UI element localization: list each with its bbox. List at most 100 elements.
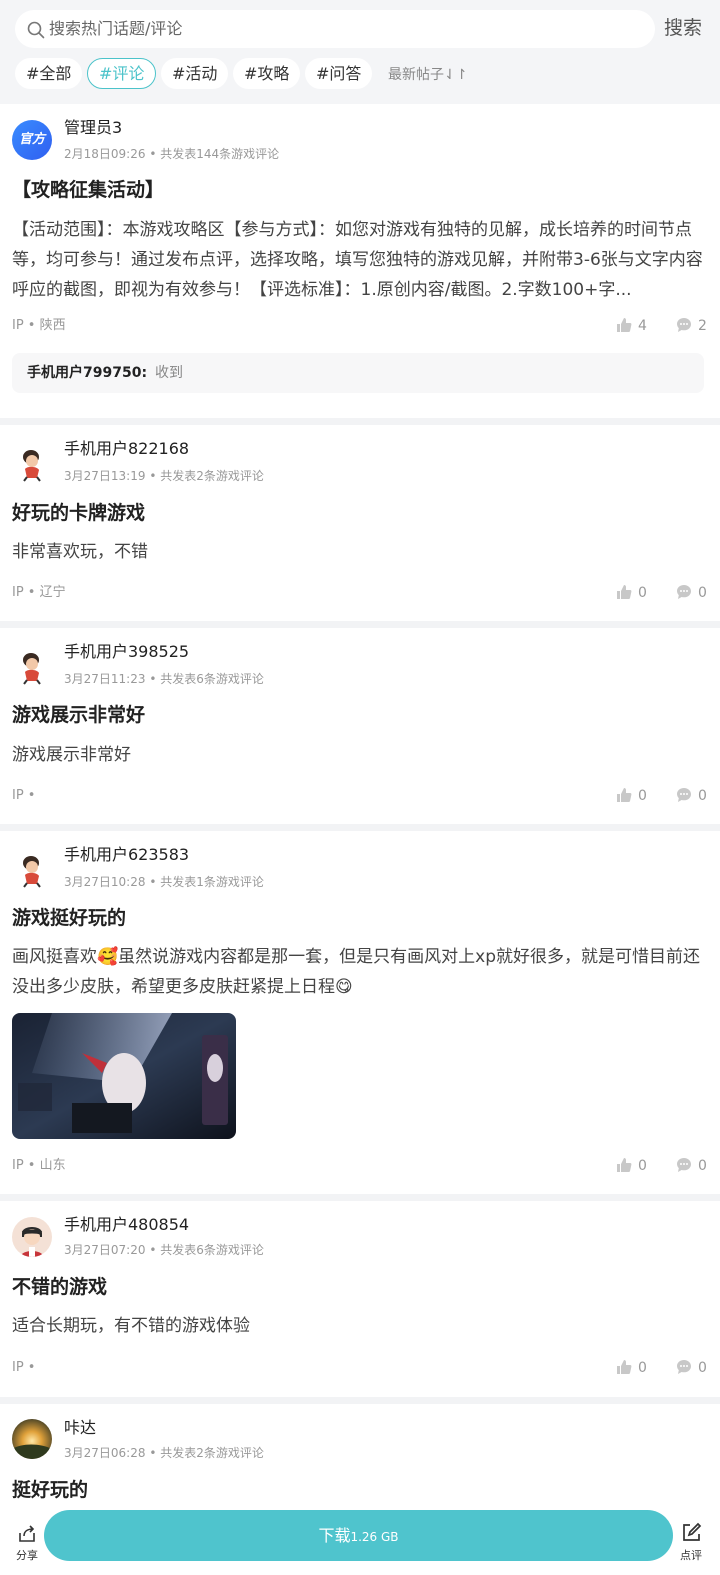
reply-preview[interactable]: 手机用户799750: 收到 [12, 353, 704, 393]
post-title: 好玩的卡牌游戏 [12, 502, 146, 524]
thumbs-up-icon [617, 1158, 632, 1172]
comment-icon [677, 1158, 691, 1172]
post-title: 游戏挺好玩的 [12, 907, 127, 929]
like-button[interactable]: 0 [616, 1157, 647, 1175]
username[interactable]: 手机用户822168 [64, 439, 189, 459]
comment-count: 2 [698, 318, 707, 334]
share-icon [19, 1525, 35, 1542]
post-meta: 3月27日07:20 • 共发表6条游戏评论 [64, 1243, 264, 1257]
comment-count: 0 [698, 788, 707, 804]
post-title: 游戏展示非常好 [12, 704, 146, 726]
sunset-avatar-icon [12, 1419, 52, 1459]
post-card[interactable]: 手机用户480854 3月27日07:20 • 共发表6条游戏评论 不错的游戏 … [0, 1201, 720, 1397]
post-meta: 3月27日06:28 • 共发表2条游戏评论 [64, 1446, 264, 1460]
post-stats: 共发表6条游戏评论 [160, 1243, 264, 1257]
comment-button[interactable]: 0 [676, 584, 707, 602]
username[interactable]: 手机用户623583 [64, 845, 189, 865]
post-card[interactable]: 手机用户623583 3月27日10:28 • 共发表1条游戏评论 游戏挺好玩的… [0, 831, 720, 1194]
ip-location: IP • 辽宁 [12, 585, 66, 600]
cartoon-avatar-icon [23, 856, 41, 888]
like-button[interactable]: 0 [616, 787, 647, 805]
sort-dropdown[interactable]: 最新帖子⇃↾ [388, 66, 467, 84]
username[interactable]: 手机用户398525 [64, 642, 189, 662]
post-time: 3月27日06:28 [64, 1446, 146, 1460]
download-button[interactable]: 下载1.26 GB [44, 1510, 673, 1561]
post-meta: 2月18日09:26 • 共发表144条游戏评论 [64, 147, 280, 161]
comment-icon [677, 788, 691, 802]
like-count: 0 [638, 1158, 647, 1174]
like-count: 0 [638, 1360, 647, 1376]
search-button[interactable]: 搜索 [664, 16, 702, 40]
avatar[interactable] [12, 443, 52, 483]
rate-button[interactable]: 点评 [676, 1522, 706, 1563]
share-label: 分享 [16, 1549, 38, 1562]
comment-button[interactable]: 0 [676, 787, 707, 805]
search-input[interactable]: 搜索热门话题/评论 [15, 10, 655, 48]
top-header: 搜索热门话题/评论 搜索 #全部 #评论 #活动 #攻略 #问答 最新帖子⇃↾ [0, 0, 720, 104]
post-card[interactable]: 官方 管理员3 2月18日09:26 • 共发表144条游戏评论 【攻略征集活动… [0, 104, 720, 418]
share-button[interactable]: 分享 [12, 1524, 42, 1563]
like-button[interactable]: 0 [616, 1359, 647, 1377]
rate-label: 点评 [680, 1549, 702, 1562]
comment-button[interactable]: 0 [676, 1157, 707, 1175]
post-body: 非常喜欢玩，不错 [12, 542, 148, 562]
comment-button[interactable]: 2 [676, 317, 707, 335]
post-stats: 共发表2条游戏评论 [160, 469, 264, 483]
game-screenshot-image [12, 1013, 236, 1139]
ip-location: IP • 山东 [12, 1158, 66, 1173]
thumbs-up-icon [617, 318, 632, 332]
post-title: 不错的游戏 [12, 1276, 108, 1298]
like-count: 0 [638, 788, 647, 804]
post-stats: 共发表6条游戏评论 [160, 672, 264, 686]
like-button[interactable]: 4 [616, 317, 647, 335]
tag-review[interactable]: #评论 [87, 58, 157, 89]
post-meta: 3月27日10:28 • 共发表1条游戏评论 [64, 875, 264, 889]
post-card[interactable]: 手机用户398525 3月27日11:23 • 共发表6条游戏评论 游戏展示非常… [0, 628, 720, 824]
username[interactable]: 手机用户480854 [64, 1215, 189, 1235]
post-meta: 3月27日13:19 • 共发表2条游戏评论 [64, 469, 264, 483]
comment-button[interactable]: 0 [676, 1359, 707, 1377]
post-time: 3月27日11:23 [64, 672, 146, 686]
post-time: 2月18日09:26 [64, 147, 146, 161]
avatar[interactable] [12, 849, 52, 889]
avatar[interactable] [12, 646, 52, 686]
tag-strategy[interactable]: #攻略 [233, 58, 301, 89]
post-title: 挺好玩的 [12, 1479, 89, 1501]
tag-all[interactable]: #全部 [15, 58, 83, 89]
comment-count: 0 [698, 585, 707, 601]
cartoon-avatar-icon [23, 450, 41, 482]
comment-icon [677, 318, 691, 332]
post-body: 游戏展示非常好 [12, 745, 131, 765]
ip-location: IP • [12, 1360, 36, 1375]
ip-location: IP • [12, 788, 36, 803]
post-stats: 共发表144条游戏评论 [160, 147, 280, 161]
avatar[interactable] [12, 1217, 52, 1257]
post-card[interactable]: 手机用户822168 3月27日13:19 • 共发表2条游戏评论 好玩的卡牌游… [0, 425, 720, 621]
post-time: 3月27日13:19 [64, 469, 146, 483]
cartoon-avatar-icon [23, 653, 41, 685]
screenshot-thumbnail[interactable] [12, 1013, 236, 1139]
post-stats: 共发表1条游戏评论 [160, 875, 264, 889]
like-count: 4 [638, 318, 647, 334]
avatar[interactable] [12, 1419, 52, 1459]
post-stats: 共发表2条游戏评论 [160, 1446, 264, 1460]
tag-activity[interactable]: #活动 [161, 58, 229, 89]
ip-location: IP • 陕西 [12, 318, 66, 333]
boy-avatar-icon [20, 1227, 44, 1257]
search-icon [27, 21, 45, 39]
like-button[interactable]: 0 [616, 584, 647, 602]
post-body: 【活动范围】：本游戏攻略区【参与方式】：如您对游戏有独特的见解，成长培养的时间节… [12, 220, 703, 300]
tag-qa[interactable]: #问答 [305, 58, 373, 89]
username[interactable]: 咔达 [64, 1418, 96, 1438]
avatar[interactable]: 官方 [12, 120, 52, 160]
username[interactable]: 管理员3 [64, 118, 122, 138]
edit-icon [683, 1522, 702, 1541]
post-body: 适合长期玩，有不错的游戏体验 [12, 1316, 250, 1336]
post-time: 3月27日10:28 [64, 875, 146, 889]
post-body: 画风挺喜欢🥰虽然说游戏内容都是那一套，但是只有画风对上xp就好很多，就是可惜目前… [12, 947, 701, 997]
reply-username: 手机用户799750: [27, 365, 148, 381]
download-size: 1.26 GB [350, 1530, 399, 1544]
thumbs-up-icon [617, 585, 632, 599]
reply-text: 收到 [155, 365, 184, 381]
search-placeholder: 搜索热门话题/评论 [49, 19, 183, 38]
